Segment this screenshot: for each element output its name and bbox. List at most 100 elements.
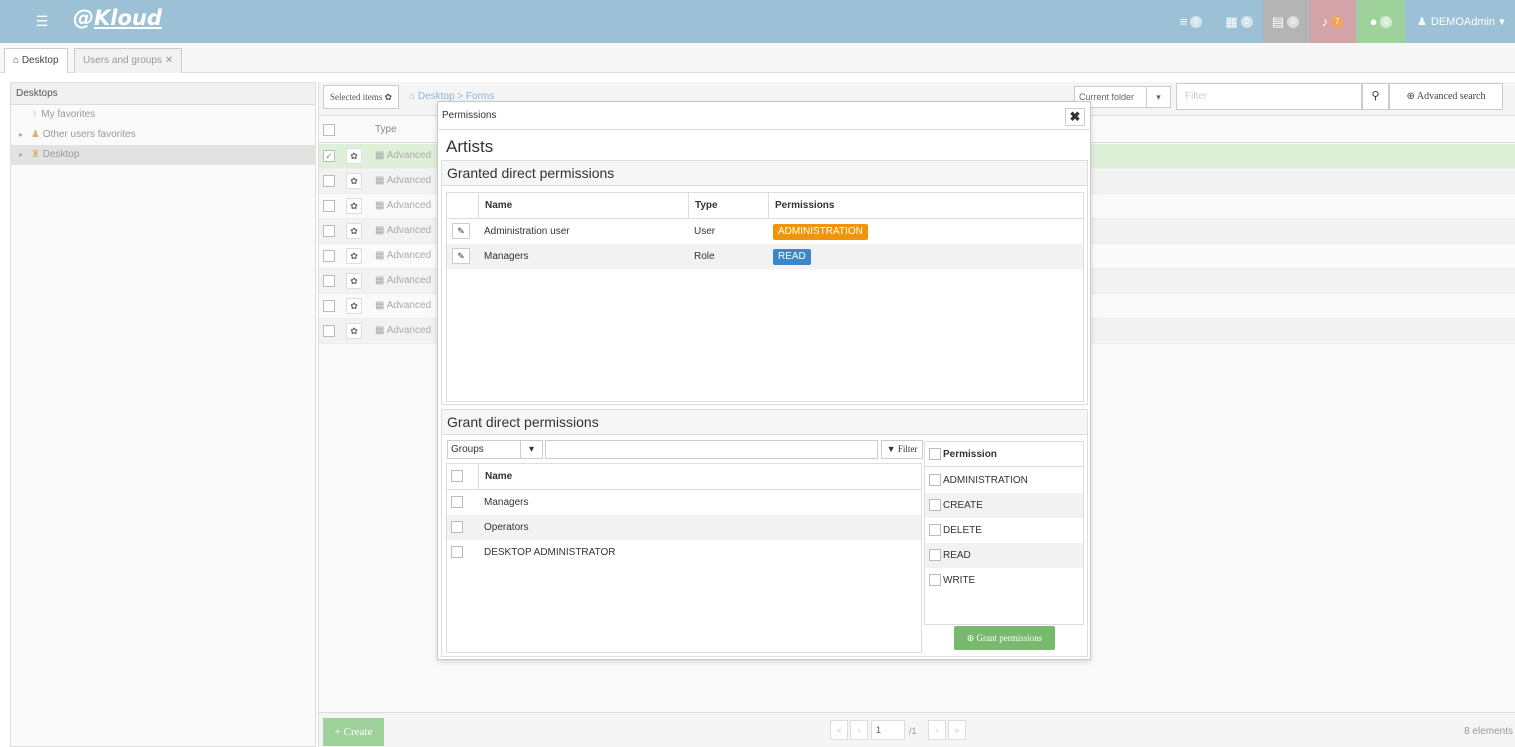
- chat-icon: ●: [1369, 14, 1378, 29]
- caret-down-icon: ▾: [1499, 16, 1505, 28]
- permission-list: Permission ADMINISTRATION CREATE DELETE …: [924, 441, 1084, 625]
- row-checkbox[interactable]: ✓: [323, 150, 335, 162]
- notifications-counter[interactable]: ♪ 7: [1309, 0, 1356, 43]
- advanced-search-button[interactable]: ⊕ Advanced search: [1389, 83, 1503, 110]
- form-icon: ▦: [375, 225, 385, 236]
- first-page-button[interactable]: «: [830, 720, 848, 740]
- list-icon: ≡: [1179, 14, 1188, 29]
- gear-icon: ✿: [384, 92, 393, 102]
- granted-permissions-title: Granted direct permissions: [442, 161, 1087, 186]
- permission-item[interactable]: WRITE: [929, 568, 1079, 593]
- row-checkbox[interactable]: [323, 275, 335, 287]
- calendar-counter[interactable]: ▦ 0: [1216, 0, 1262, 43]
- permission-checkbox[interactable]: [929, 474, 941, 486]
- selected-items-button[interactable]: Selected items ✿: [323, 85, 400, 109]
- type-column-header[interactable]: Type: [689, 193, 769, 218]
- select-all-checkbox[interactable]: [323, 124, 335, 136]
- permission-item[interactable]: READ: [925, 543, 1083, 568]
- gear-icon[interactable]: ✿: [346, 273, 362, 289]
- search-button[interactable]: ⚲: [1362, 83, 1389, 110]
- user-menu[interactable]: ♟ DEMOAdmin ▾: [1407, 0, 1515, 43]
- permission-checkbox[interactable]: [929, 549, 941, 561]
- chevron-down-icon: ▾: [1146, 87, 1170, 107]
- create-button[interactable]: + Create: [323, 718, 384, 746]
- tree-item-desktop[interactable]: ▸ ♜ Desktop: [11, 145, 315, 165]
- select-all-permissions-checkbox[interactable]: [929, 448, 941, 460]
- bell-icon: ♪: [1321, 14, 1329, 29]
- users-icon: ♟: [31, 129, 40, 140]
- tab-strip: ⌂ Desktop Users and groups ✕: [0, 43, 1515, 73]
- form-icon: ▦: [375, 325, 385, 336]
- messages-counter[interactable]: ● 0: [1357, 0, 1405, 43]
- permission-item[interactable]: ADMINISTRATION: [929, 468, 1079, 493]
- permission-item[interactable]: DELETE: [929, 518, 1079, 543]
- tree-item-my-favorites[interactable]: ♀ My favorites: [11, 105, 315, 125]
- gear-icon[interactable]: ✿: [346, 298, 362, 314]
- groups-select[interactable]: Groups ▾: [447, 440, 543, 459]
- gear-icon[interactable]: ✿: [346, 198, 362, 214]
- edit-icon[interactable]: ✎: [452, 248, 470, 264]
- grant-permissions-section: Grant direct permissions Groups ▾ ▼ Filte…: [441, 409, 1088, 657]
- grant-permissions-button[interactable]: ⊕ Grant permissions: [954, 626, 1055, 650]
- table-row[interactable]: Managers: [447, 489, 921, 514]
- filter-input[interactable]: Filter: [1176, 83, 1362, 110]
- row-checkbox[interactable]: [451, 496, 463, 508]
- edit-icon[interactable]: ✎: [452, 223, 470, 239]
- groups-filter-input[interactable]: [545, 440, 878, 459]
- dialog-title: Permissions: [438, 102, 1090, 130]
- permission-item[interactable]: CREATE: [925, 493, 1083, 518]
- row-checkbox[interactable]: [451, 521, 463, 533]
- gear-icon[interactable]: ✿: [346, 173, 362, 189]
- name-column-header[interactable]: Name: [479, 193, 689, 218]
- hamburger-menu-icon[interactable]: ☰: [30, 10, 54, 32]
- expand-icon[interactable]: ▸: [19, 125, 23, 144]
- close-icon[interactable]: ✖: [1065, 108, 1085, 126]
- type-column-header[interactable]: Type: [375, 124, 397, 135]
- row-checkbox[interactable]: [323, 200, 335, 212]
- app-logo[interactable]: @Kloud: [73, 6, 162, 30]
- row-checkbox[interactable]: [323, 325, 335, 337]
- home-icon: ⌂: [409, 91, 416, 102]
- elements-count: 8 elements: [1464, 726, 1513, 737]
- table-row: ✎ Managers Role READ: [447, 244, 1083, 269]
- table-row: ✎ Administration user User ADMINISTRATIO…: [447, 218, 1083, 243]
- tab-users-and-groups[interactable]: Users and groups ✕: [74, 48, 183, 73]
- name-column-header[interactable]: Name: [479, 464, 921, 489]
- close-tab-icon[interactable]: ✕: [165, 55, 173, 66]
- gear-icon[interactable]: ✿: [346, 248, 362, 264]
- funnel-icon: ▼: [886, 444, 896, 454]
- inbox-icon: ▤: [1271, 13, 1285, 29]
- form-icon: ▦: [375, 275, 385, 286]
- inbox-counter[interactable]: ▤ 0: [1263, 0, 1308, 43]
- tab-desktop[interactable]: ⌂ Desktop: [4, 48, 68, 73]
- gear-icon[interactable]: ✿: [346, 223, 362, 239]
- row-checkbox[interactable]: [323, 300, 335, 312]
- permission-checkbox[interactable]: [929, 524, 941, 536]
- last-page-button[interactable]: »: [948, 720, 966, 740]
- row-checkbox[interactable]: [323, 225, 335, 237]
- next-page-button[interactable]: ›: [928, 720, 946, 740]
- row-checkbox[interactable]: [323, 250, 335, 262]
- row-checkbox[interactable]: [451, 546, 463, 558]
- select-all-groups-checkbox[interactable]: [451, 470, 463, 482]
- gear-icon[interactable]: ✿: [346, 148, 362, 164]
- dialog-subject: Artists: [446, 137, 494, 156]
- granted-permissions-table: Name Type Permissions ✎ Administration u…: [446, 192, 1084, 402]
- user-icon: ♟: [1417, 16, 1427, 28]
- filter-button[interactable]: ▼ Filter: [881, 440, 923, 459]
- page-input[interactable]: 1: [871, 720, 905, 740]
- form-icon: ▦: [375, 175, 385, 186]
- permission-checkbox[interactable]: [929, 499, 941, 511]
- grant-permissions-title: Grant direct permissions: [442, 410, 1087, 435]
- permissions-column-header[interactable]: Permissions: [769, 193, 1085, 218]
- tree-item-other-users-favorites[interactable]: ▸ ♟ Other users favorites: [11, 125, 315, 145]
- tasks-counter[interactable]: ≡ 0: [1167, 0, 1215, 43]
- prev-page-button[interactable]: ‹: [850, 720, 868, 740]
- expand-icon[interactable]: ▸: [19, 145, 23, 164]
- table-row[interactable]: Operators: [447, 515, 921, 540]
- gear-icon[interactable]: ✿: [346, 323, 362, 339]
- chevron-down-icon: ▾: [520, 441, 542, 458]
- permission-checkbox[interactable]: [929, 574, 941, 586]
- row-checkbox[interactable]: [323, 175, 335, 187]
- table-row[interactable]: DESKTOP ADMINISTRATOR: [447, 540, 921, 565]
